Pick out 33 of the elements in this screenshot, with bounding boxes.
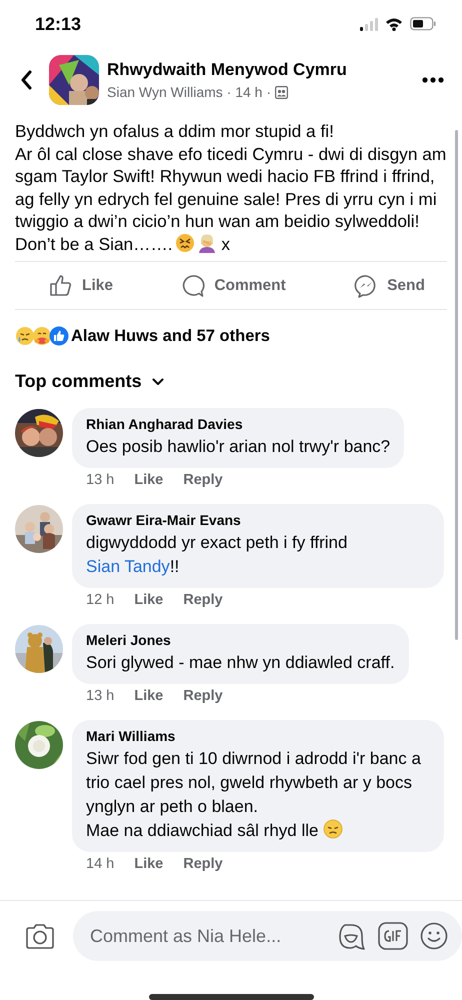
comment-age: 12 h (86, 592, 114, 610)
commenter-name[interactable]: Meleri Jones (86, 632, 395, 648)
commenter-name[interactable]: Mari Williams (86, 728, 430, 744)
comment-field[interactable]: Comment as Nia Hele... (73, 911, 462, 961)
top-comments-label[interactable]: Top comments (15, 371, 142, 392)
send-button[interactable]: Send (350, 270, 429, 302)
reply-link[interactable]: Reply (183, 472, 223, 492)
reply-link[interactable]: Reply (183, 688, 223, 708)
like-link[interactable]: Like (134, 856, 164, 876)
comment-text: Sori glywed - mae nhw yn ddiawled craff. (86, 652, 395, 674)
comment-input[interactable]: Comment as Nia Hele... (88, 924, 324, 948)
reaction-summary[interactable]: Alaw Huws and 57 others (71, 326, 270, 346)
like-link[interactable]: Like (134, 472, 164, 492)
post-text: Ar ôl cal close shave efo ticedi Cymru - dwi di disgyn am sgam Taylor Swift! Rhywun wedi hacio FB ffrind i ffrind, ag felly yn edrych fel genuine sale! Pres di yrru cyn i mi twiggio a dwi’n cicio’n hun wan am beidio sylweddoli! Don’t be a Sian……. x (15, 142, 447, 255)
reply-link[interactable]: Reply (183, 856, 223, 876)
commenter-name[interactable]: Gwawr Eira-Mair Evans (86, 512, 430, 528)
comment-age: 13 h (86, 688, 114, 706)
like-link[interactable]: Like (134, 688, 164, 708)
like-link[interactable]: Like (134, 592, 164, 612)
group-name[interactable]: Rhwydwaith Menywod Cymru (107, 60, 422, 80)
commenter-name[interactable]: Rhian Angharad Davies (86, 416, 390, 432)
post-meta: Sian Wyn Williams · 14 h · (107, 84, 272, 100)
comment-text: Oes posib hawlio'r arian nol trwy'r banc? (86, 436, 390, 458)
clock-time: 12:13 (35, 14, 82, 34)
comment-age: 14 h (86, 856, 114, 874)
comment-text: digwyddodd yr exact peth i fy ffrind Sian Tandy!! (86, 532, 348, 578)
like-button[interactable]: Like (45, 270, 118, 302)
comment-age: 13 h (86, 472, 114, 490)
post-text: Byddwch yn ofalus a ddim mor stupid a fi! (15, 120, 335, 142)
comment-text: Siwr fod gen ti 10 diwrnod i adrodd i'r banc a trio cael pres nol, gweld rhywbeth ar y bocs ynglyn ar peth o blaen. Mae na ddiawchiad sâl rhyd lle (86, 748, 422, 842)
mention-link[interactable]: Sian Tandy (86, 557, 170, 576)
comment-button[interactable]: Comment (177, 270, 290, 302)
reply-link[interactable]: Reply (183, 592, 223, 612)
